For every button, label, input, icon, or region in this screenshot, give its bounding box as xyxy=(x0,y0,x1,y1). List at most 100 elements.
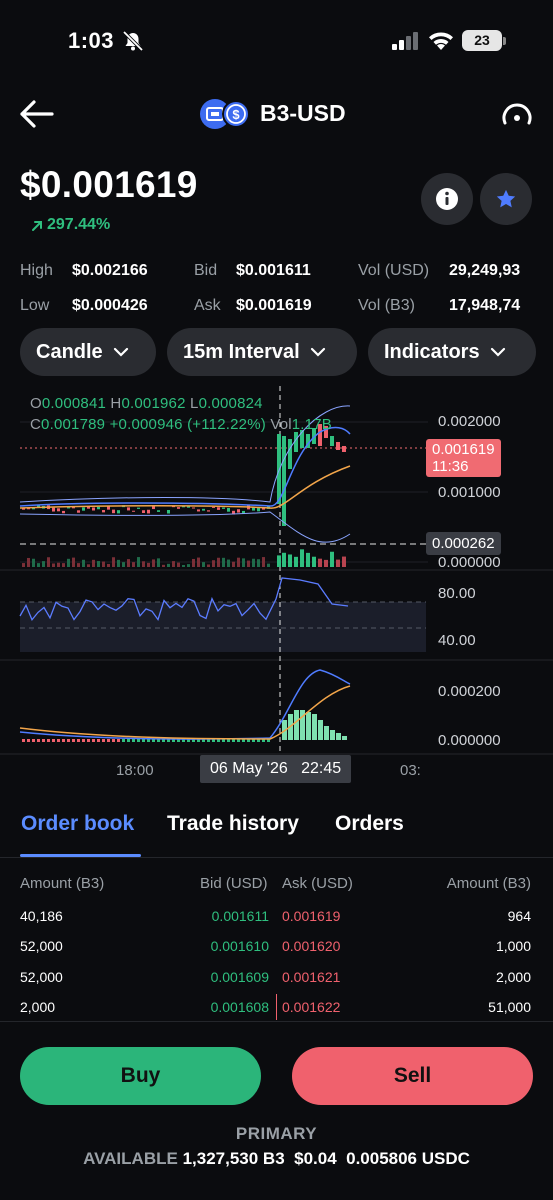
table-row[interactable]: 52,000 0.001610 0.001620 1,000 xyxy=(0,938,553,968)
macd-histogram-bar xyxy=(67,739,70,742)
low-value-ohlc: 0.000824 xyxy=(198,395,263,412)
volume-bar xyxy=(227,559,230,567)
candle xyxy=(127,507,130,511)
candle xyxy=(222,507,225,509)
sell-button[interactable]: Sell xyxy=(292,1047,533,1105)
rsi-axis-tick: 40.00 xyxy=(438,632,476,649)
volume-bar xyxy=(32,558,35,567)
ob-header-ask-amount: Amount (B3) xyxy=(446,875,531,892)
volume-bar xyxy=(112,557,115,567)
vol-b3-label: Vol (B3) xyxy=(358,297,415,314)
candle xyxy=(112,509,115,514)
macd-histogram-bar xyxy=(52,739,55,742)
candle xyxy=(157,510,160,512)
macd-histogram-bar xyxy=(117,739,120,742)
volume-bar xyxy=(187,564,190,567)
volume-bar xyxy=(122,562,125,567)
volume-bar xyxy=(162,564,165,567)
ask-label: Ask xyxy=(194,297,221,314)
volume-bar xyxy=(107,563,110,567)
macd-histogram-bar xyxy=(62,739,65,742)
tab-divider xyxy=(0,857,553,858)
volume-bar xyxy=(172,561,175,567)
volume-bar xyxy=(202,562,205,567)
tab-order-book[interactable]: Order book xyxy=(21,812,134,836)
volume-bar xyxy=(232,561,235,567)
back-arrow-icon[interactable] xyxy=(18,98,54,130)
ask-amount: 964 xyxy=(507,908,531,924)
b3-token-logo-icon: $ xyxy=(200,99,250,129)
bid-amount: 52,000 xyxy=(20,969,63,985)
volume-bar xyxy=(197,557,200,567)
interval-dropdown[interactable]: 15m Interval xyxy=(167,328,357,376)
bid-price: 0.001610 xyxy=(210,938,269,954)
volume-bar xyxy=(67,558,70,567)
candle xyxy=(147,509,150,514)
volume-bar xyxy=(336,559,340,567)
volume-bar xyxy=(237,557,240,567)
bid-value: $0.001611 xyxy=(236,262,311,279)
last-price-countdown: 11:36 xyxy=(432,458,469,475)
volume-bar xyxy=(142,561,145,567)
favorite-button[interactable] xyxy=(480,173,532,225)
macd-histogram-bar xyxy=(318,720,323,740)
macd-histogram-bar xyxy=(102,739,105,742)
volume-bar xyxy=(212,560,215,567)
candle xyxy=(72,507,75,509)
buy-button[interactable]: Buy xyxy=(20,1047,261,1105)
macd-histogram-bar xyxy=(87,739,90,742)
order-book-divider xyxy=(0,1021,553,1022)
volume-bar xyxy=(52,563,55,567)
macd-histogram-bar xyxy=(97,739,100,742)
rsi-axis-tick: 80.00 xyxy=(438,585,476,602)
battery-cap xyxy=(503,37,506,45)
macd-histogram-bar xyxy=(92,739,95,742)
macd-histogram-bar xyxy=(77,739,80,742)
vol-b3-value: 17,948,74 xyxy=(449,297,521,314)
price-chart[interactable]: O0.000841 H0.001962 L0.000824 C0.001789 … xyxy=(0,384,553,784)
volume-bar xyxy=(167,563,170,567)
candle xyxy=(117,510,120,514)
candle xyxy=(342,446,346,452)
tab-trade-history[interactable]: Trade history xyxy=(167,812,299,836)
candle xyxy=(217,507,220,510)
macd-histogram-bar xyxy=(42,739,45,742)
ask-price: 0.001620 xyxy=(282,938,341,954)
silent-mode-icon xyxy=(122,31,144,51)
low-label: Low xyxy=(20,297,50,314)
macd-axis-tick: 0.000200 xyxy=(438,683,501,700)
tab-orders[interactable]: Orders xyxy=(335,812,404,836)
candle xyxy=(192,507,195,509)
available-b3: 1,327,530 B3 xyxy=(182,1149,285,1168)
chart-type-dropdown[interactable]: Candle xyxy=(20,328,156,376)
candle xyxy=(97,506,100,510)
volume-bar xyxy=(132,562,135,567)
available-usd: $0.04 xyxy=(294,1149,337,1168)
ob-header-bid-price: Bid (USD) xyxy=(200,875,268,892)
bollinger-lower xyxy=(19,511,351,543)
volume-bar xyxy=(330,551,334,567)
volume-bar xyxy=(137,557,140,567)
crosshair-time-tag: 06 May '26 22:45 xyxy=(200,755,352,783)
volume-bar xyxy=(22,563,25,567)
last-price-value: 0.001619 xyxy=(432,441,495,458)
ask-depth-marker xyxy=(276,994,277,1020)
volume-bar xyxy=(207,564,210,567)
volume-bar xyxy=(182,564,185,567)
gauge-icon[interactable] xyxy=(500,99,534,133)
available-balance: AVAILABLE 1,327,530 B3 $0.04 0.005806 US… xyxy=(0,1149,553,1169)
bid-price: 0.001608 xyxy=(210,999,269,1015)
volume-bar xyxy=(42,561,45,567)
ask-price: 0.001622 xyxy=(282,999,341,1015)
candle xyxy=(177,507,180,509)
indicators-dropdown[interactable]: Indicators xyxy=(368,328,536,376)
info-button[interactable] xyxy=(421,173,473,225)
ask-amount: 1,000 xyxy=(495,938,531,954)
bid-amount: 40,186 xyxy=(20,908,63,924)
high-label: High xyxy=(20,262,53,279)
volume-bar xyxy=(277,555,281,567)
volume-bar xyxy=(27,557,30,567)
macd-histogram-bar xyxy=(72,739,75,742)
ohlc-legend-row2: C0.001789 +0.000946 (+112.22%) Vol1.17B xyxy=(30,416,332,433)
table-row[interactable]: 40,186 0.001611 0.001619 964 xyxy=(0,908,553,938)
